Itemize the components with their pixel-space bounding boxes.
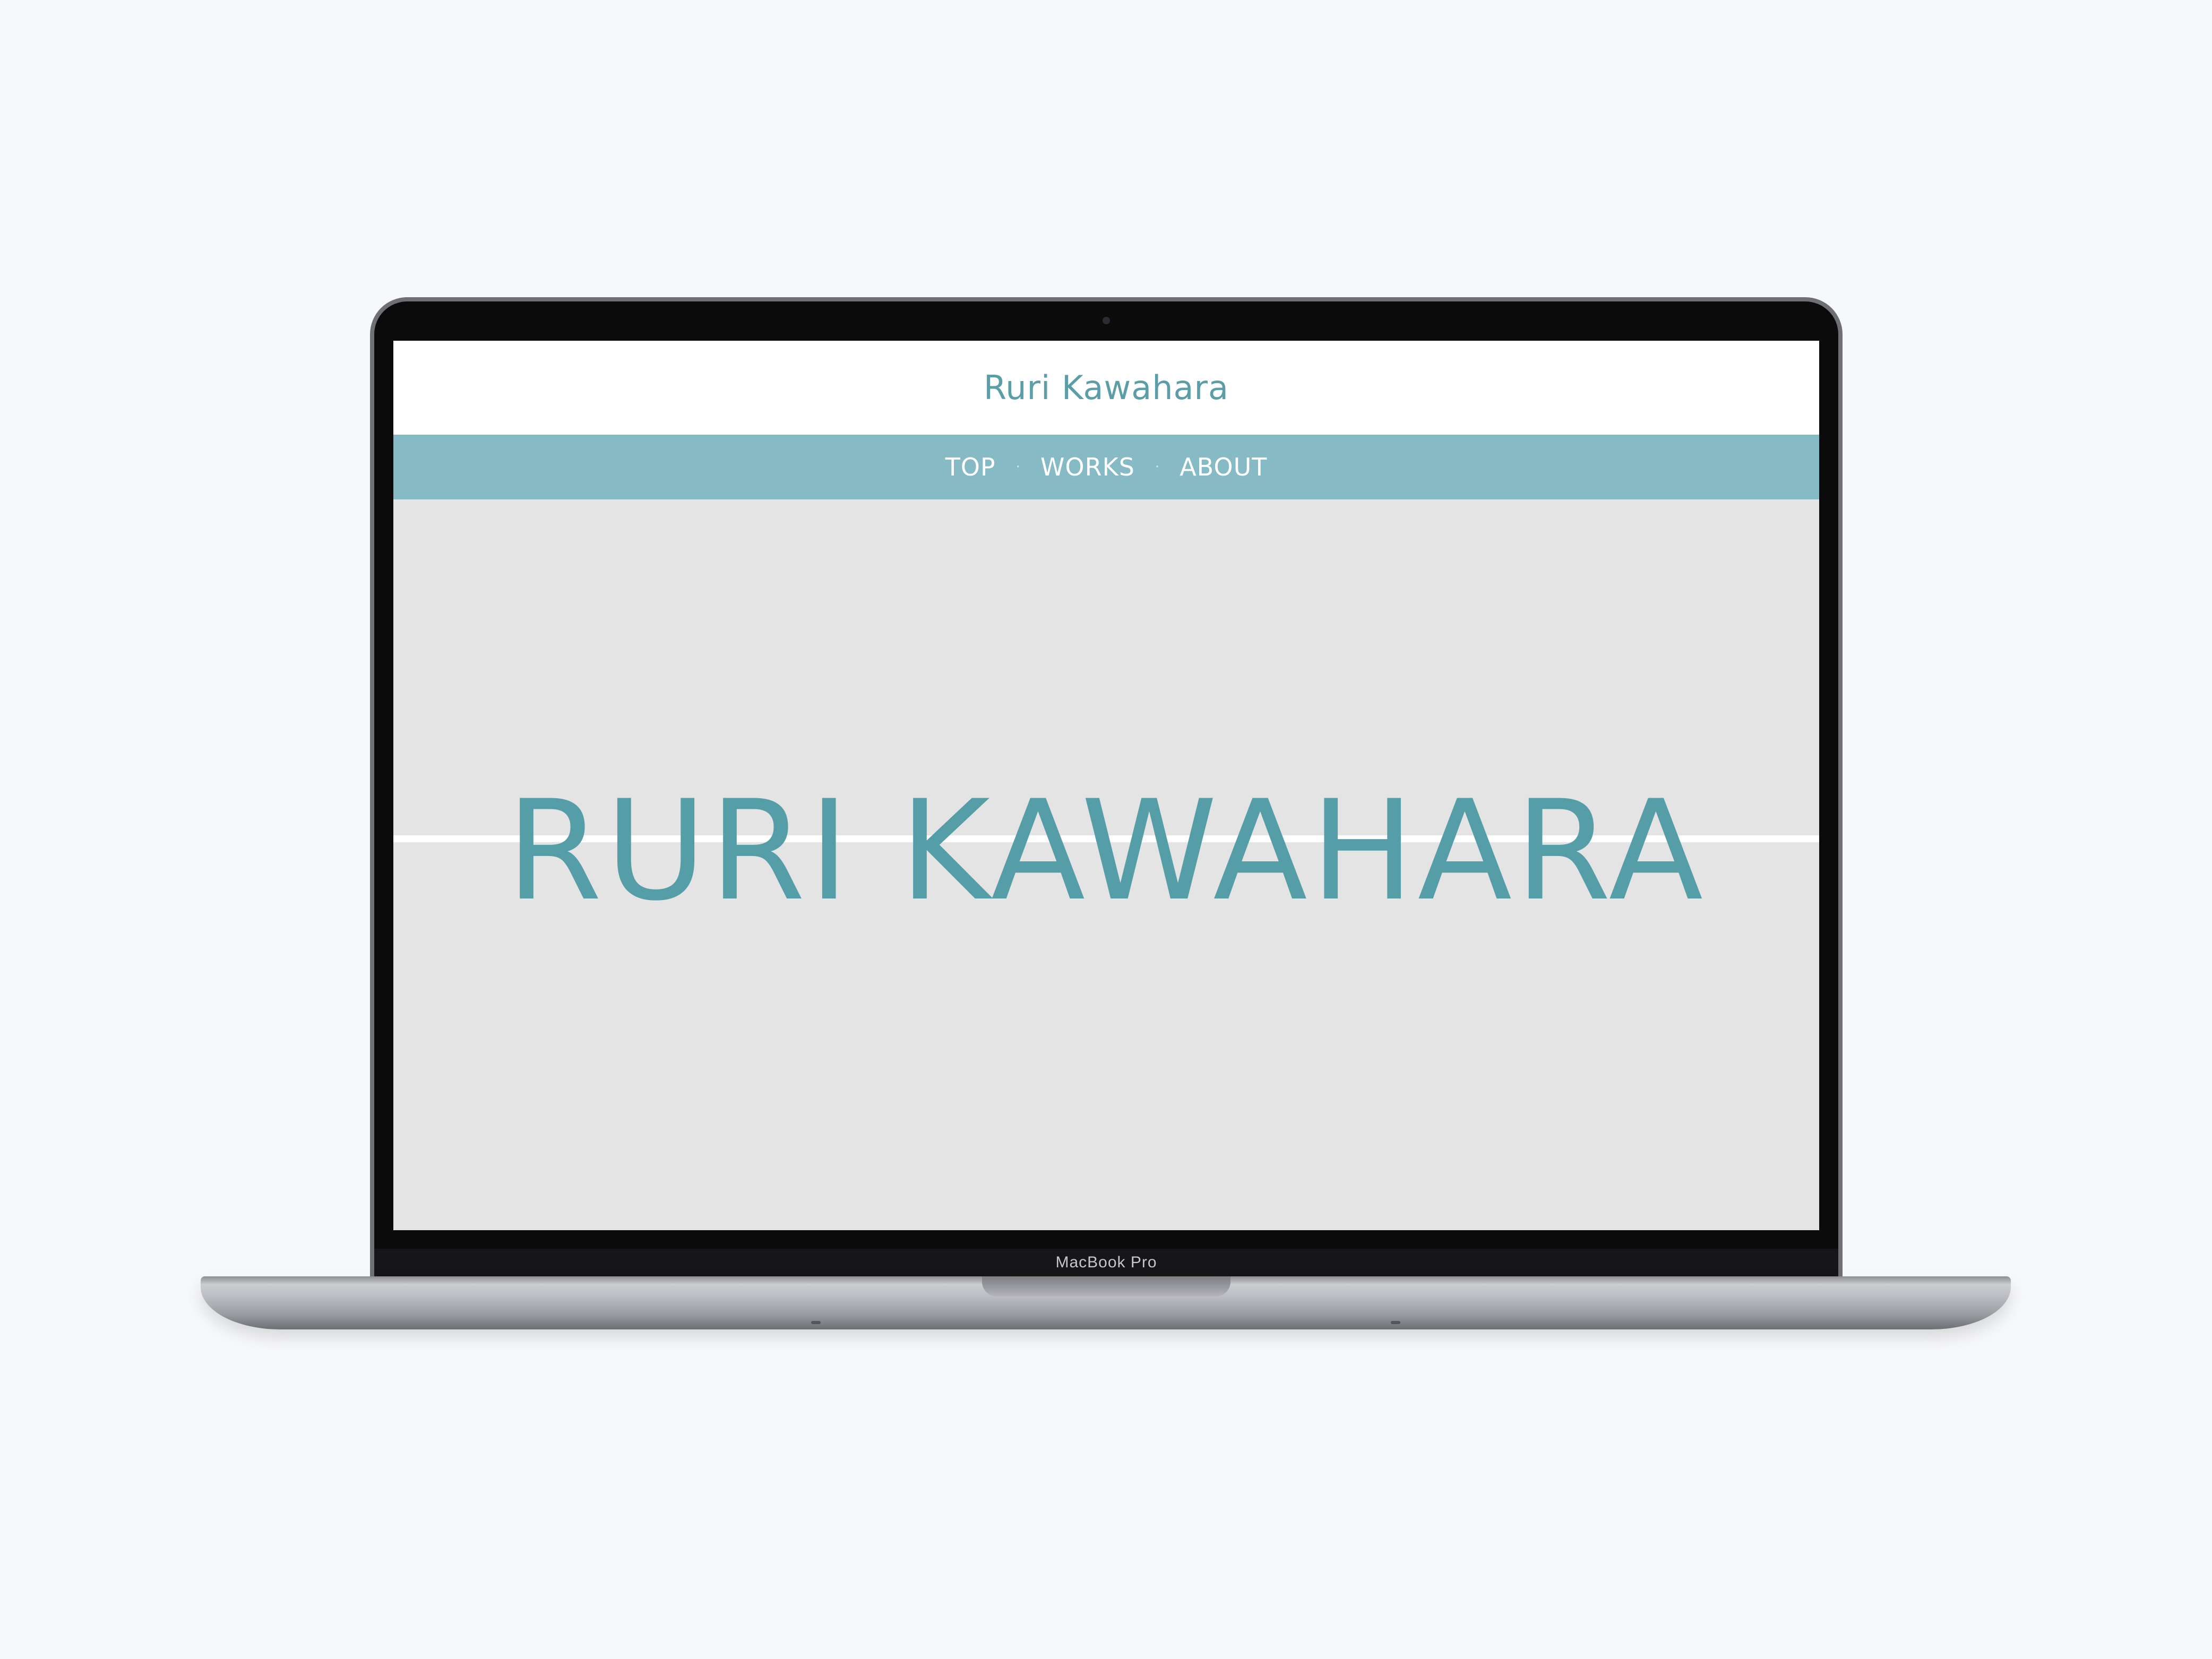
- nav-link-top[interactable]: TOP: [945, 453, 996, 481]
- site-header: Ruri Kawahara: [393, 341, 1819, 435]
- speaker-grille-right: [1391, 1321, 1400, 1324]
- nav-link-about[interactable]: ABOUT: [1180, 453, 1267, 481]
- laptop-screen: Ruri Kawahara TOP · WORKS · ABOUT RURI K…: [393, 341, 1819, 1230]
- nav-separator: ·: [1155, 459, 1160, 475]
- laptop-base: [201, 1276, 2011, 1329]
- nav-separator: ·: [1015, 459, 1020, 475]
- camera-icon: [1103, 317, 1110, 324]
- laptop-chin: MacBook Pro: [374, 1249, 1838, 1276]
- hero-title: RURI KAWAHARA: [506, 771, 1707, 931]
- site-title[interactable]: Ruri Kawahara: [984, 368, 1229, 407]
- trackpad-notch: [982, 1276, 1230, 1297]
- device-model-label: MacBook Pro: [1055, 1254, 1157, 1271]
- speaker-grille-left: [811, 1321, 821, 1324]
- nav-link-works[interactable]: WORKS: [1040, 453, 1135, 481]
- site-nav: TOP · WORKS · ABOUT: [393, 435, 1819, 499]
